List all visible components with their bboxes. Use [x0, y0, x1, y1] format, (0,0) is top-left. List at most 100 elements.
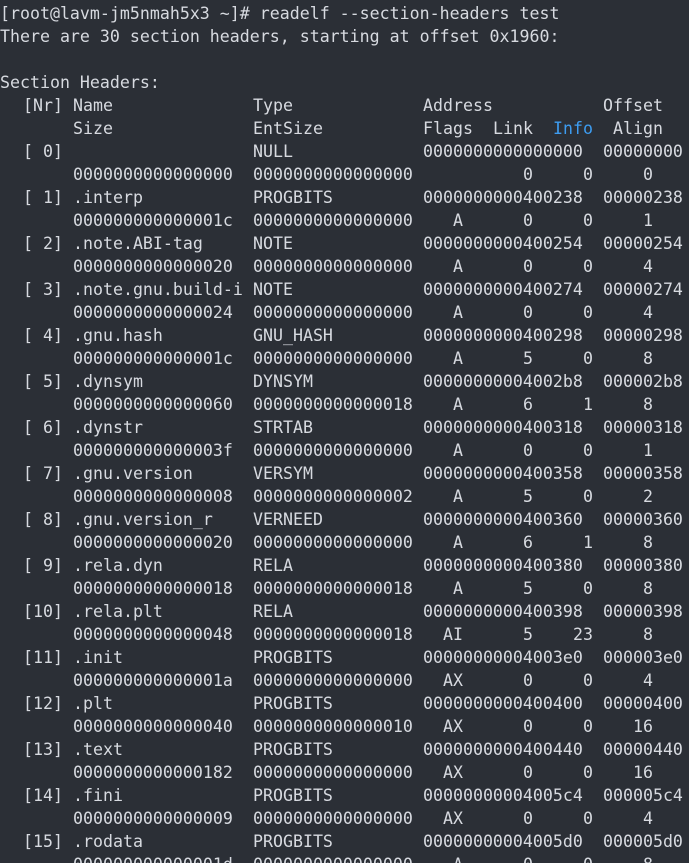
section-nr: [14] — [23, 786, 63, 805]
section-nr: [ 5] — [23, 372, 63, 391]
section-size: 000000000000001c — [73, 211, 233, 230]
section-entsize: 0000000000000018 — [253, 579, 413, 598]
section-flags: A — [453, 579, 463, 598]
section-type: PROGBITS — [253, 648, 333, 667]
section-size: 0000000000000040 — [73, 717, 233, 736]
column-header-row-1: [Nr] Name Type Address Offset — [0, 94, 689, 117]
section-address: 0000000000000000 — [423, 142, 583, 161]
section-offset: 00000238 — [603, 188, 683, 207]
section-align: 8 — [643, 579, 653, 598]
section-type: PROGBITS — [253, 832, 333, 851]
section-address: 0000000000400318 — [423, 418, 583, 437]
section-entsize: 0000000000000000 — [253, 441, 413, 460]
section-headers-title: Section Headers: — [0, 73, 160, 92]
section-offset: 00000318 — [603, 418, 683, 437]
section-offset: 00000398 — [603, 602, 683, 621]
column-header-row-2: Size EntSize Flags Link Info Align — [0, 117, 689, 140]
section-row: [15] .rodata PROGBITS 00000000004005d0 00000… — [0, 830, 689, 853]
section-link: 0 — [523, 671, 533, 690]
section-entsize: 0000000000000010 — [253, 717, 413, 736]
section-name: .note.ABI-tag — [73, 234, 203, 253]
section-entsize: 0000000000000000 — [253, 165, 413, 184]
section-offset: 00000400 — [603, 694, 683, 713]
section-size: 0000000000000182 — [73, 763, 233, 782]
section-address: 0000000000400298 — [423, 326, 583, 345]
section-type: VERNEED — [253, 510, 323, 529]
section-type: RELA — [253, 556, 293, 575]
section-row: [10] .rela.plt RELA 0000000000400398 0000039… — [0, 600, 689, 623]
header-nr: [Nr] — [23, 96, 63, 115]
section-nr: [ 2] — [23, 234, 63, 253]
section-info: 0 — [583, 671, 593, 690]
section-row: [12] .plt PROGBITS 0000000000400400 00000400 — [0, 692, 689, 715]
section-link: 6 — [523, 395, 533, 414]
section-entsize: 0000000000000018 — [253, 395, 413, 414]
section-address: 0000000000400358 — [423, 464, 583, 483]
section-name: .dynsym — [73, 372, 143, 391]
section-entsize: 0000000000000000 — [253, 533, 413, 552]
header-size: Size — [73, 119, 113, 138]
section-flags: A — [453, 533, 463, 552]
section-size: 0000000000000060 — [73, 395, 233, 414]
section-flags: AI — [443, 625, 463, 644]
section-row: [14] .fini PROGBITS 00000000004005c4 000005c… — [0, 784, 689, 807]
section-link: 5 — [523, 487, 533, 506]
section-type: STRTAB — [253, 418, 313, 437]
header-type: Type — [253, 96, 293, 115]
section-align: 4 — [643, 809, 653, 828]
section-address: 0000000000400254 — [423, 234, 583, 253]
header-entsize: EntSize — [253, 119, 323, 138]
section-flags: A — [423, 853, 463, 863]
section-entsize: 0000000000000002 — [253, 487, 413, 506]
section-entsize: 0000000000000000 — [253, 671, 413, 690]
section-row: [ 1] .interp PROGBITS 0000000000400238 00000… — [0, 186, 689, 209]
section-info: 0 — [583, 441, 593, 460]
section-address: 00000000004005c4 — [423, 786, 583, 805]
section-address: 0000000000400440 — [423, 740, 583, 759]
section-info: 0 — [583, 579, 593, 598]
section-info: 0 — [583, 763, 593, 782]
section-link: 0 — [523, 441, 533, 460]
section-row-detail: 000000000000003f 0000000000000000 A 0 0 1 — [0, 439, 689, 462]
section-entsize: 0000000000000000 — [253, 853, 413, 863]
section-address: 0000000000400360 — [423, 510, 583, 529]
section-entsize: 0000000000000018 — [253, 625, 413, 644]
section-link: 6 — [523, 533, 533, 552]
section-link: 5 — [523, 579, 533, 598]
section-name: .gnu.version — [73, 464, 193, 483]
section-row-detail: 0000000000000020 0000000000000000 A 0 0 4 — [0, 255, 689, 278]
section-type: PROGBITS — [253, 188, 333, 207]
section-link: 5 — [523, 625, 533, 644]
terminal-window[interactable]: [root@lavm-jm5nmah5x3 ~]# readelf --sect… — [0, 0, 689, 863]
section-flags: A — [453, 487, 463, 506]
section-address: 0000000000400398 — [423, 602, 583, 621]
section-align: 0 — [643, 165, 653, 184]
section-address: 0000000000400274 — [423, 280, 583, 299]
section-name: .interp — [73, 188, 143, 207]
section-address: 00000000004003e0 — [423, 648, 583, 667]
section-flags: A — [453, 395, 463, 414]
section-row-detail: 000000000000001d0000000000000000A008 — [0, 853, 689, 863]
section-nr: [ 0] — [23, 142, 63, 161]
section-align: 8 — [643, 625, 653, 644]
section-entsize: 0000000000000000 — [253, 303, 413, 322]
section-offset: 000002b8 — [603, 372, 683, 391]
section-nr: [ 8] — [23, 510, 63, 529]
section-type: GNU_HASH — [253, 326, 333, 345]
section-size: 000000000000003f — [73, 441, 233, 460]
section-offset: 00000254 — [603, 234, 683, 253]
section-name: .gnu.hash — [73, 326, 163, 345]
section-nr: [15] — [23, 832, 63, 851]
section-link: 0 — [523, 165, 533, 184]
section-row-detail: 0000000000000009 0000000000000000 AX 0 0 4 — [0, 807, 689, 830]
section-offset: 00000358 — [603, 464, 683, 483]
section-info: 0 — [583, 349, 593, 368]
section-nr: [ 7] — [23, 464, 63, 483]
section-nr: [ 3] — [23, 280, 63, 299]
section-name: .rela.dyn — [73, 556, 163, 575]
header-align: Align — [613, 119, 663, 138]
section-offset: 00000000 — [603, 142, 683, 161]
section-align: 8 — [643, 395, 653, 414]
section-row: [ 3] .note.gnu.build-i NOTE 000000000040027… — [0, 278, 689, 301]
section-flags: A — [453, 349, 463, 368]
